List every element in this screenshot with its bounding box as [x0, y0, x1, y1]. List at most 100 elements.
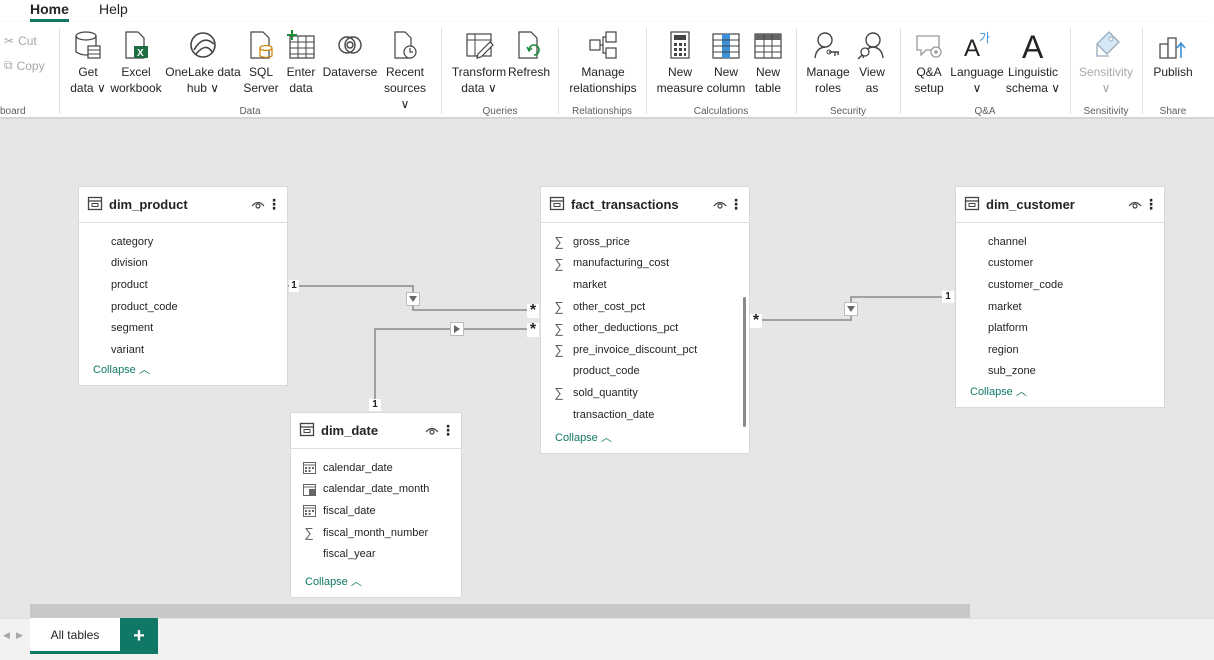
field-row[interactable]: region	[956, 339, 1164, 361]
transform-data-button[interactable]: Transform data ∨	[450, 28, 508, 96]
horizontal-scrollbar[interactable]	[30, 604, 970, 618]
scroll-left-icon[interactable]: ◀	[3, 630, 10, 641]
field-row[interactable]: customer	[956, 253, 1164, 275]
filter-direction-arrow-right-icon[interactable]	[450, 322, 464, 336]
eye-icon[interactable]	[713, 199, 727, 213]
new-column-button[interactable]: New column	[704, 28, 748, 96]
scroll-right-icon[interactable]: ▶	[16, 630, 23, 641]
sensitivity-button[interactable]: Sensitivity ∨	[1076, 28, 1136, 96]
publish-button[interactable]: Publish	[1150, 28, 1196, 80]
onelake-data-hub-button[interactable]: OneLake data hub ∨	[164, 28, 242, 96]
field-row[interactable]: product_code	[79, 296, 287, 318]
more-options-icon[interactable]: ⋮	[267, 197, 281, 211]
field-row[interactable]: fiscal_year	[291, 543, 461, 565]
field-row[interactable]: calendar_date_month	[291, 479, 461, 501]
sql-server-button[interactable]: SQL Server	[242, 28, 280, 96]
field-row[interactable]: segment	[79, 317, 287, 339]
more-options-icon[interactable]: ⋮	[1144, 197, 1158, 211]
filter-direction-arrow-down-icon[interactable]	[406, 292, 420, 306]
eye-icon[interactable]	[1128, 199, 1142, 213]
field-row[interactable]: customer_code	[956, 274, 1164, 296]
table-card-dim-date[interactable]: dim_date ⋮ calendar_date calendar_date_m…	[290, 412, 462, 598]
publish-icon	[1150, 28, 1196, 60]
field-row[interactable]: channel	[956, 231, 1164, 253]
eye-icon[interactable]	[251, 199, 265, 213]
table-card-dim-customer[interactable]: dim_customer ⋮ channel customer customer…	[955, 186, 1165, 408]
collapse-button[interactable]: Collapse ︿	[970, 383, 1027, 399]
linguistic-schema-button[interactable]: A Linguistic schema ∨	[1004, 28, 1062, 96]
new-measure-button[interactable]: New measure	[654, 28, 706, 96]
table-header[interactable]: dim_product ⋮	[79, 187, 287, 223]
field-row[interactable]: product_code	[541, 361, 749, 383]
field-row[interactable]: variant	[79, 339, 287, 361]
field-type-icon	[301, 546, 317, 562]
group-label-data: Data	[239, 106, 261, 117]
get-data-button[interactable]: Get data ∨	[66, 28, 110, 96]
divider	[900, 28, 901, 114]
ribbon: ✂ Cut ⧉ Copy board Get data ∨ X Excel wo…	[0, 22, 1214, 118]
vertical-scrollbar[interactable]	[743, 297, 746, 427]
language-button[interactable]: A가 Language ∨	[950, 28, 1004, 96]
new-table-button[interactable]: New table	[748, 28, 788, 96]
field-row[interactable]: ∑ other_deductions_pct	[541, 317, 749, 339]
user-key-icon	[804, 28, 852, 60]
qa-setup-button[interactable]: Q&A setup	[908, 28, 950, 96]
manage-roles-button[interactable]: Manage roles	[804, 28, 852, 96]
table-card-dim-product[interactable]: dim_product ⋮ category division product …	[78, 186, 288, 386]
field-row[interactable]: sub_zone	[956, 361, 1164, 383]
table-header[interactable]: dim_date ⋮	[291, 413, 461, 449]
field-row[interactable]: category	[79, 231, 287, 253]
collapse-button[interactable]: Collapse ︿	[93, 361, 150, 377]
copy-button[interactable]: ⧉ Copy	[4, 58, 45, 73]
transform-data-icon	[450, 28, 508, 60]
field-row[interactable]: ∑ fiscal_month_number	[291, 522, 461, 544]
field-row[interactable]: ∑ other_cost_pct	[541, 296, 749, 318]
collapse-button[interactable]: Collapse ︿	[555, 429, 612, 445]
field-row[interactable]: market	[956, 296, 1164, 318]
field-row[interactable]: product	[79, 274, 287, 296]
excel-workbook-button[interactable]: X Excel workbook	[108, 28, 164, 96]
tab-home[interactable]: Home	[30, 0, 69, 22]
table-name: fact_transactions	[571, 197, 679, 212]
enter-data-button[interactable]: Enter data	[282, 28, 320, 96]
field-row[interactable]: division	[79, 253, 287, 275]
cut-button[interactable]: ✂ Cut	[4, 34, 37, 48]
tab-help[interactable]: Help	[99, 0, 128, 22]
field-row[interactable]: ∑ manufacturing_cost	[541, 253, 749, 275]
new-column-icon	[704, 28, 748, 60]
refresh-button[interactable]: Refresh	[508, 28, 550, 80]
tab-all-tables[interactable]: All tables	[30, 618, 120, 654]
field-row[interactable]: ∑ sold_quantity	[541, 382, 749, 404]
menu-bar: Home Help	[0, 0, 1214, 22]
table-header[interactable]: fact_transactions ⋮	[541, 187, 749, 223]
scissors-icon: ✂	[4, 34, 15, 48]
dataverse-button[interactable]: Dataverse	[322, 28, 378, 80]
eye-icon[interactable]	[425, 425, 439, 439]
add-layout-button[interactable]: +	[120, 618, 158, 654]
filter-direction-arrow-down-icon[interactable]	[844, 302, 858, 316]
view-as-button[interactable]: View as	[852, 28, 892, 96]
table-card-fact-transactions[interactable]: fact_transactions ⋮ ∑ gross_price ∑ manufa…	[540, 186, 750, 454]
field-row[interactable]: platform	[956, 317, 1164, 339]
field-row[interactable]: calendar_date	[291, 457, 461, 479]
field-row[interactable]: ∑ pre_invoice_discount_pct	[541, 339, 749, 361]
more-options-icon[interactable]: ⋮	[729, 197, 743, 211]
group-label-queries: Queries	[482, 106, 518, 117]
model-canvas[interactable]: 1 * 1 * * 1 dim_product ⋮ category divis…	[0, 119, 1214, 603]
relationship-many-label: *	[750, 313, 762, 329]
field-type-icon	[551, 407, 567, 423]
manage-relationships-button[interactable]: Manage relationships	[566, 28, 640, 96]
relationship-one-label: 1	[942, 291, 954, 303]
field-row[interactable]: market	[541, 274, 749, 296]
field-row[interactable]: fiscal_date	[291, 500, 461, 522]
copy-icon: ⧉	[4, 58, 13, 72]
recent-sources-button[interactable]: Recent sources ∨	[378, 28, 432, 112]
collapse-button[interactable]: Collapse ︿	[305, 573, 362, 589]
sigma-icon: ∑	[554, 320, 564, 336]
field-row[interactable]: ∑ gross_price	[541, 231, 749, 253]
field-row[interactable]: transaction_date	[541, 404, 749, 426]
table-header[interactable]: dim_customer ⋮	[956, 187, 1164, 223]
more-options-icon[interactable]: ⋮	[441, 423, 455, 437]
recent-sources-icon	[378, 28, 432, 60]
divider	[1142, 28, 1143, 114]
